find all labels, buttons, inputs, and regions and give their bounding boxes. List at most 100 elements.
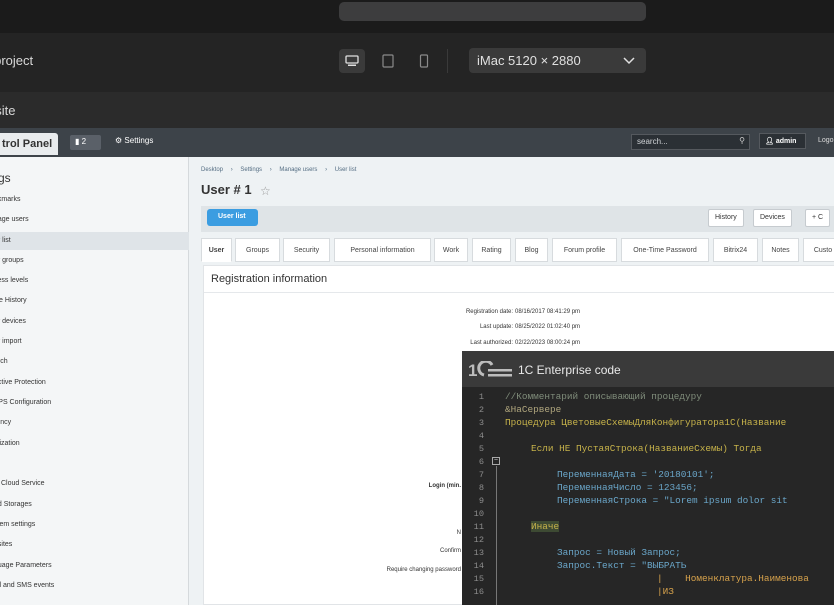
code-line: ПеременнаяДата = '20180101'; bbox=[557, 469, 715, 480]
notifications-button[interactable]: ▮ 2 bbox=[70, 135, 101, 150]
code-line: Запрос = Новый Запрос; bbox=[557, 547, 681, 558]
device-select-value: iMac 5120 × 2880 bbox=[477, 53, 581, 68]
device-select[interactable]: iMac 5120 × 2880 bbox=[469, 48, 646, 73]
fold-toggle-icon[interactable]: − bbox=[492, 457, 500, 465]
code-line: Иначе bbox=[531, 521, 560, 532]
breadcrumb-separator: › bbox=[269, 167, 272, 173]
breadcrumb-link[interactable]: User list bbox=[335, 167, 357, 173]
sidebar-item[interactable]: er groups bbox=[0, 252, 189, 270]
sidebar-item[interactable]: ail and SMS events bbox=[0, 577, 189, 595]
sidebar-item[interactable]: alization bbox=[0, 435, 189, 453]
sidebar-item[interactable]: okmarks bbox=[0, 191, 189, 209]
require-password-label: Require changing password bbox=[386, 567, 461, 573]
sidebar-item[interactable]: bsites bbox=[0, 536, 189, 554]
last-update-label: Last update: bbox=[479, 324, 513, 330]
line-number: 6 bbox=[478, 457, 484, 467]
gear-icon: ⚙ bbox=[115, 136, 125, 145]
tab-security[interactable]: Security bbox=[283, 238, 330, 262]
sidebar-item[interactable]: rency bbox=[0, 414, 189, 432]
admin-sidebar: gs okmarks nage users er list er groups … bbox=[0, 157, 189, 605]
search-icon: ⚲ bbox=[739, 136, 745, 145]
line-number: 1 bbox=[478, 392, 484, 402]
sidebar-item[interactable]: er devices bbox=[0, 313, 189, 331]
star-icon[interactable]: ☆ bbox=[260, 184, 271, 198]
tab-one-time-password[interactable]: One-Time Password bbox=[621, 238, 709, 262]
sidebar-title: gs bbox=[0, 171, 11, 185]
breadcrumb-link[interactable]: Settings bbox=[240, 167, 262, 173]
code-line: ПеременнаяСтрока = "Lorem ipsum dolor si… bbox=[557, 495, 788, 506]
breadcrumb-link[interactable]: Desktop bbox=[201, 167, 223, 173]
sidebar-item[interactable]: arch bbox=[0, 353, 189, 371]
user-button[interactable]: 👤︎ admin bbox=[759, 133, 806, 149]
sidebar-item[interactable]: ix Cloud Service bbox=[0, 475, 189, 493]
admin-top-bar: trol Panel ▮ 2 ⚙ Settings search... ⚲ 👤︎… bbox=[0, 128, 834, 157]
login-label: Login (min. bbox=[428, 483, 461, 489]
search-input[interactable]: search... ⚲ bbox=[631, 134, 750, 150]
code-window-header: 1 1C Enterprise code bbox=[462, 351, 834, 387]
toolbar-divider bbox=[447, 49, 448, 73]
create-button[interactable]: + C bbox=[805, 209, 831, 227]
section-divider bbox=[204, 292, 834, 293]
project-name: y project bbox=[0, 53, 34, 68]
code-line: | Номенклатура.Наименова bbox=[657, 573, 809, 584]
desktop-view-button[interactable] bbox=[339, 49, 365, 73]
tablet-view-button[interactable] bbox=[375, 49, 401, 73]
phone-icon bbox=[419, 54, 429, 68]
last-authorized-label: Last authorized: bbox=[470, 340, 513, 346]
tab-bitrix24[interactable]: Bitrix24 bbox=[713, 238, 758, 262]
line-number: 11 bbox=[473, 522, 484, 532]
settings-button[interactable]: ⚙ Settings bbox=[115, 136, 153, 145]
tab-work[interactable]: Work bbox=[434, 238, 468, 262]
sidebar-item[interactable]: nage users bbox=[0, 211, 189, 229]
logout-link[interactable]: Logo bbox=[818, 137, 834, 144]
settings-label: Settings bbox=[124, 136, 154, 145]
sidebar-item[interactable]: active Protection bbox=[0, 374, 189, 392]
tab-bar: User Groups Security Personal informatio… bbox=[201, 238, 834, 262]
tab-notes[interactable]: Notes bbox=[762, 238, 799, 262]
sidebar-item[interactable]: stem settings bbox=[0, 516, 189, 534]
line-number: 9 bbox=[478, 496, 484, 506]
sidebar-item[interactable]: cess levels bbox=[0, 272, 189, 290]
tab-custom[interactable]: Custo bbox=[803, 238, 834, 262]
code-line: //Комментарий описывающий процедуру bbox=[505, 391, 702, 402]
line-number: 3 bbox=[478, 418, 484, 428]
phone-view-button[interactable] bbox=[411, 49, 437, 73]
tab-user[interactable]: User bbox=[201, 238, 232, 262]
devices-button[interactable]: Devices bbox=[753, 209, 792, 227]
desktop-icon bbox=[345, 55, 359, 66]
line-number: 4 bbox=[478, 431, 484, 441]
line-number: 10 bbox=[473, 509, 484, 519]
sidebar-item[interactable]: guage Parameters bbox=[0, 557, 189, 575]
code-line: Запрос.Текст = "ВЫБРАТЬ bbox=[557, 560, 687, 571]
history-button[interactable]: History bbox=[708, 209, 744, 227]
code-line: Если НЕ ПустаяСтрока(НазваниеСхемы) Тогд… bbox=[531, 443, 762, 454]
sidebar-item[interactable]: ud Storages bbox=[0, 496, 189, 514]
sidebar-item[interactable]: er import bbox=[0, 333, 189, 351]
line-number: 8 bbox=[478, 483, 484, 493]
last-authorized-value: 02/22/2023 08:00:24 pm bbox=[515, 340, 581, 346]
url-bar[interactable] bbox=[339, 2, 646, 21]
breadcrumb-link[interactable]: Manage users bbox=[279, 167, 317, 173]
chevron-down-icon bbox=[623, 57, 635, 65]
tab-personal-information[interactable]: Personal information bbox=[334, 238, 431, 262]
control-panel-tab[interactable]: trol Panel bbox=[0, 133, 58, 155]
fold-guide bbox=[496, 466, 497, 605]
sidebar-item[interactable]: file History bbox=[0, 292, 189, 310]
tab-groups[interactable]: Groups bbox=[235, 238, 280, 262]
code-line: ПеременнаяЧисло = 123456; bbox=[557, 482, 698, 493]
name-label: N bbox=[456, 530, 461, 536]
code-editor[interactable]: 1 2 3 4 5 6 7 8 9 10 11 12 13 14 15 16 −… bbox=[462, 387, 834, 605]
code-line: Процедура ЦветовыеСхемыДляКонфигуратора1… bbox=[505, 417, 787, 428]
code-line: |ИЗ bbox=[657, 586, 674, 597]
section-title: Registration information bbox=[211, 273, 328, 285]
user-list-button[interactable]: User list bbox=[207, 209, 258, 226]
site-bar bbox=[0, 92, 834, 128]
tab-forum-profile[interactable]: Forum profile bbox=[552, 238, 617, 262]
tab-blog[interactable]: Blog bbox=[515, 238, 548, 262]
page-title: User # 1 bbox=[201, 182, 252, 197]
sidebar-item[interactable]: TPS Configuration bbox=[0, 394, 189, 412]
tablet-icon bbox=[382, 54, 394, 68]
line-number: 2 bbox=[478, 405, 484, 415]
sidebar-item-selected[interactable]: er list bbox=[0, 232, 189, 250]
tab-rating[interactable]: Rating bbox=[472, 238, 511, 262]
